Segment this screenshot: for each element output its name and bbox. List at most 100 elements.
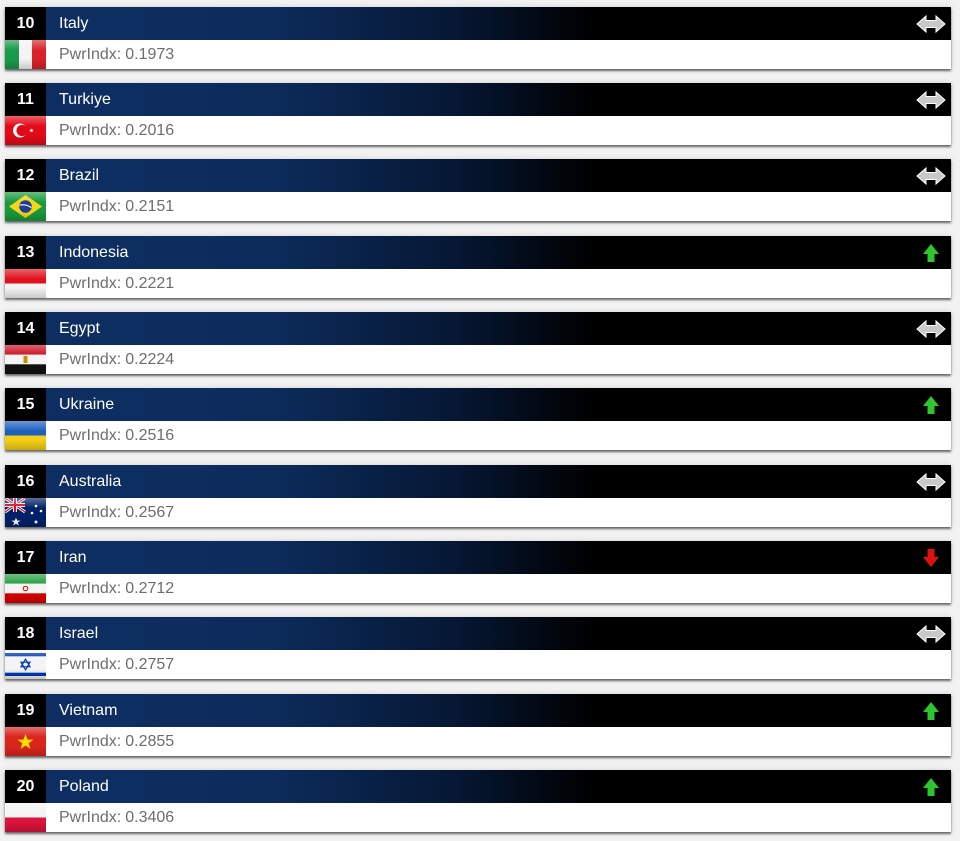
up-arrow-icon: [923, 778, 939, 796]
power-index-row: PwrIndx: 0.1973: [46, 40, 951, 69]
ranking-card[interactable]: 10 Italy PwrIndx: 0.1973: [5, 7, 951, 69]
ranking-card[interactable]: 20 Poland PwrIndx: 0.3406: [5, 770, 951, 832]
trend-indicator: [915, 622, 947, 646]
flag-vietnam-icon: [5, 727, 46, 756]
card-header: 19 Vietnam: [5, 694, 951, 727]
country-name: Iran: [59, 549, 87, 566]
power-index-label: PwrIndx:: [59, 809, 122, 826]
trend-indicator: [915, 317, 947, 341]
card-header: 18 Israel: [5, 617, 951, 650]
power-index-value: 0.2855: [125, 733, 175, 750]
power-index-row: PwrIndx: 0.2224: [46, 345, 951, 374]
ranking-card[interactable]: 15 Ukraine PwrIndx: 0.2516: [5, 388, 951, 450]
power-index-value: 0.2757: [125, 656, 175, 673]
power-index-value: 0.2221: [125, 275, 175, 292]
rank-number: 14: [5, 312, 46, 345]
country-name: Italy: [59, 15, 89, 32]
left-right-arrow-icon: [916, 14, 946, 34]
rank-number: 11: [5, 83, 46, 116]
ranking-card[interactable]: 16 Australia PwrIndx: 0.2567: [5, 465, 951, 527]
power-index-label: PwrIndx:: [59, 122, 122, 139]
power-ranking-list: 10 Italy PwrIndx: 0.1973 11 Turkiye PwrIn…: [0, 0, 960, 841]
card-header: 15 Ukraine: [5, 388, 951, 421]
rank-number: 17: [5, 541, 46, 574]
trend-indicator: [915, 470, 947, 494]
country-name: Indonesia: [59, 244, 129, 261]
up-arrow-icon: [923, 396, 939, 414]
ranking-card[interactable]: 19 Vietnam PwrIndx: 0.2855: [5, 694, 951, 756]
trend-indicator: [915, 12, 947, 36]
power-index-row: PwrIndx: 0.2516: [46, 421, 951, 450]
power-index-label: PwrIndx:: [59, 46, 122, 63]
left-right-arrow-icon: [916, 472, 946, 492]
trend-indicator: [915, 88, 947, 112]
power-index-value: 0.2224: [125, 351, 175, 368]
power-index-row: PwrIndx: 0.2016: [46, 116, 951, 145]
left-right-arrow-icon: [916, 624, 946, 644]
rank-number: 18: [5, 617, 46, 650]
power-index-row: PwrIndx: 0.2151: [46, 192, 951, 221]
up-arrow-icon: [923, 702, 939, 720]
power-index-label: PwrIndx:: [59, 351, 122, 368]
trend-indicator: [915, 241, 947, 265]
flag-australia-icon: [5, 498, 46, 527]
card-header: 14 Egypt: [5, 312, 951, 345]
ranking-card[interactable]: 11 Turkiye PwrIndx: 0.2016: [5, 83, 951, 145]
country-name: Egypt: [59, 320, 100, 337]
country-name: Poland: [59, 778, 109, 795]
trend-indicator: [915, 393, 947, 417]
rank-number: 20: [5, 770, 46, 803]
rank-number: 15: [5, 388, 46, 421]
power-index-value: 0.2151: [125, 198, 175, 215]
power-index-row: PwrIndx: 0.2221: [46, 269, 951, 298]
flag-ukraine-icon: [5, 421, 46, 450]
flag-turkiye-icon: [5, 116, 46, 145]
trend-indicator: [915, 546, 947, 570]
country-name: Brazil: [59, 167, 100, 184]
power-index-row: PwrIndx: 0.2855: [46, 727, 951, 756]
rank-number: 12: [5, 159, 46, 192]
card-header: 20 Poland: [5, 770, 951, 803]
flag-italy-icon: [5, 40, 46, 69]
country-name: Australia: [59, 473, 122, 490]
country-name: Ukraine: [59, 396, 115, 413]
power-index-row: PwrIndx: 0.2757: [46, 650, 951, 679]
down-arrow-icon: [923, 549, 939, 567]
ranking-card[interactable]: 13 Indonesia PwrIndx: 0.2221: [5, 236, 951, 298]
country-name: Israel: [59, 625, 99, 642]
ranking-card[interactable]: 18 Israel PwrIndx: 0.2757: [5, 617, 951, 679]
country-name: Turkiye: [59, 91, 111, 108]
rank-number: 10: [5, 7, 46, 40]
power-index-row: PwrIndx: 0.2567: [46, 498, 951, 527]
card-header: 16 Australia: [5, 465, 951, 498]
ranking-card[interactable]: 12 Brazil PwrIndx: 0.2151: [5, 159, 951, 221]
power-index-label: PwrIndx:: [59, 275, 122, 292]
trend-indicator: [915, 164, 947, 188]
rank-number: 19: [5, 694, 46, 727]
trend-indicator: [915, 775, 947, 799]
power-index-value: 0.1973: [125, 46, 175, 63]
ranking-card[interactable]: 14 Egypt PwrIndx: 0.2224: [5, 312, 951, 374]
flag-egypt-icon: [5, 345, 46, 374]
left-right-arrow-icon: [916, 166, 946, 186]
card-header: 11 Turkiye: [5, 83, 951, 116]
up-arrow-icon: [923, 244, 939, 262]
left-right-arrow-icon: [916, 90, 946, 110]
flag-indonesia-icon: [5, 269, 46, 298]
power-index-label: PwrIndx:: [59, 198, 122, 215]
flag-israel-icon: [5, 650, 46, 679]
power-index-value: 0.2016: [125, 122, 175, 139]
power-index-row: PwrIndx: 0.3406: [46, 803, 951, 832]
power-index-row: PwrIndx: 0.2712: [46, 574, 951, 603]
card-header: 17 Iran: [5, 541, 951, 574]
power-index-value: 0.2567: [125, 504, 175, 521]
country-name: Vietnam: [59, 702, 118, 719]
flag-poland-icon: [5, 803, 46, 832]
ranking-card[interactable]: 17 Iran PwrIndx: 0.2712: [5, 541, 951, 603]
trend-indicator: [915, 699, 947, 723]
rank-number: 13: [5, 236, 46, 269]
power-index-label: PwrIndx:: [59, 427, 122, 444]
power-index-value: 0.3406: [125, 809, 175, 826]
rank-number: 16: [5, 465, 46, 498]
flag-brazil-icon: [5, 192, 46, 221]
